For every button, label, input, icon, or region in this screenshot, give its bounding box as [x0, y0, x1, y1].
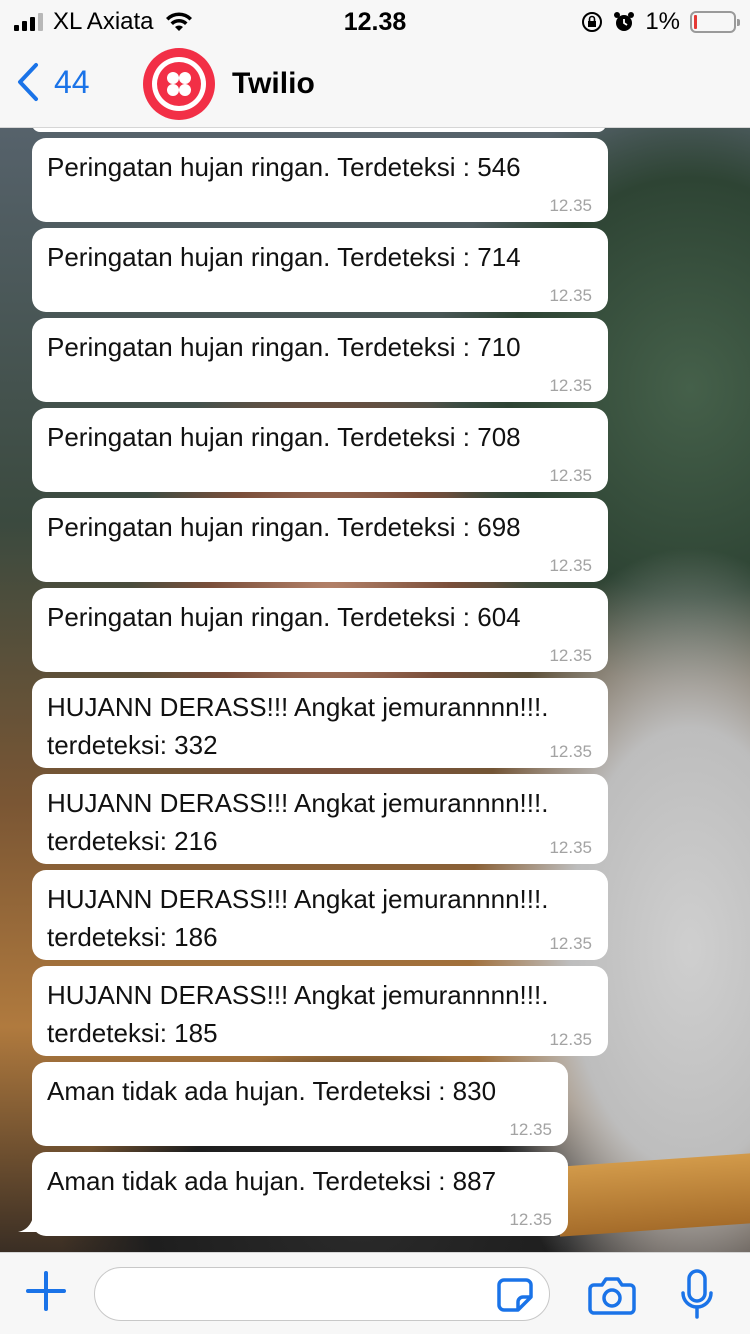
- message-bubble[interactable]: Peringatan hujan ringan. Terdeteksi : 60…: [32, 588, 608, 672]
- message-bubble-partial: [32, 128, 606, 132]
- message-text: HUJANN DERASS!!! Angkat jemurannnn!!!. t…: [47, 788, 549, 856]
- alarm-icon: [614, 12, 635, 31]
- message-time: 12.35: [549, 838, 592, 857]
- message-bubble[interactable]: HUJANN DERASS!!! Angkat jemurannnn!!!. t…: [32, 774, 608, 864]
- battery-icon: [690, 11, 740, 33]
- message-text: Peringatan hujan ringan. Terdeteksi : 71…: [47, 332, 521, 362]
- bubble-tail: [18, 1208, 42, 1232]
- message-text: Peringatan hujan ringan. Terdeteksi : 70…: [47, 422, 521, 452]
- message-text: HUJANN DERASS!!! Angkat jemurannnn!!!. t…: [47, 692, 549, 760]
- message-time: 12.35: [549, 1030, 592, 1049]
- message-time: 12.35: [549, 466, 592, 485]
- message-bubble[interactable]: Peringatan hujan ringan. Terdeteksi : 54…: [32, 138, 608, 222]
- orientation-lock-icon: [582, 12, 603, 32]
- message-time: 12.35: [549, 196, 592, 215]
- message-bubble[interactable]: HUJANN DERASS!!! Angkat jemurannnn!!!. t…: [32, 678, 608, 768]
- contact-avatar[interactable]: [143, 48, 215, 120]
- microphone-icon[interactable]: [680, 1269, 714, 1321]
- message-bubble[interactable]: Peringatan hujan ringan. Terdeteksi : 69…: [32, 498, 608, 582]
- battery-percent: 1%: [645, 8, 680, 35]
- message-text: Peringatan hujan ringan. Terdeteksi : 69…: [47, 512, 521, 542]
- message-text: HUJANN DERASS!!! Angkat jemurannnn!!!. t…: [47, 884, 549, 952]
- camera-icon[interactable]: [588, 1275, 636, 1315]
- status-bar: XL Axiata 12.38 1%: [0, 0, 750, 40]
- message-text: Aman tidak ada hujan. Terdeteksi : 887: [47, 1166, 497, 1196]
- message-list[interactable]: Peringatan hujan ringan. Terdeteksi : 54…: [0, 128, 750, 1252]
- sticker-icon[interactable]: [496, 1277, 534, 1313]
- back-button[interactable]: 44: [16, 62, 90, 102]
- message-bubble[interactable]: Peringatan hujan ringan. Terdeteksi : 71…: [32, 228, 608, 312]
- chevron-left-icon: [18, 63, 38, 101]
- composer-bar: [0, 1252, 750, 1334]
- message-time: 12.35: [549, 646, 592, 665]
- message-text: HUJANN DERASS!!! Angkat jemurannnn!!!. t…: [47, 980, 549, 1048]
- message-time: 12.35: [549, 934, 592, 953]
- message-bubble[interactable]: Peringatan hujan ringan. Terdeteksi : 70…: [32, 408, 608, 492]
- message-time: 12.35: [549, 376, 592, 395]
- message-text: Peringatan hujan ringan. Terdeteksi : 60…: [47, 602, 521, 632]
- message-time: 12.35: [549, 556, 592, 575]
- chat-header: 44 Twilio: [0, 40, 750, 128]
- message-bubble[interactable]: HUJANN DERASS!!! Angkat jemurannnn!!!. t…: [32, 966, 608, 1056]
- message-bubble[interactable]: HUJANN DERASS!!! Angkat jemurannnn!!!. t…: [32, 870, 608, 960]
- contact-name[interactable]: Twilio: [232, 67, 315, 101]
- message-text: Aman tidak ada hujan. Terdeteksi : 830: [47, 1076, 497, 1106]
- message-bubble[interactable]: Aman tidak ada hujan. Terdeteksi : 830 1…: [32, 1062, 568, 1146]
- message-time: 12.35: [549, 286, 592, 305]
- message-text: Peringatan hujan ringan. Terdeteksi : 54…: [47, 152, 521, 182]
- message-bubble[interactable]: Peringatan hujan ringan. Terdeteksi : 71…: [32, 318, 608, 402]
- unread-count: 44: [54, 63, 90, 100]
- message-input[interactable]: [94, 1267, 550, 1321]
- message-time: 12.35: [549, 742, 592, 761]
- status-right: 1%: [581, 8, 740, 36]
- message-bubble[interactable]: Aman tidak ada hujan. Terdeteksi : 887 1…: [32, 1152, 568, 1236]
- twilio-logo-icon: [152, 57, 206, 111]
- message-time: 12.35: [509, 1120, 552, 1139]
- plus-icon[interactable]: [24, 1269, 68, 1313]
- message-time: 12.35: [509, 1210, 552, 1229]
- message-text: Peringatan hujan ringan. Terdeteksi : 71…: [47, 242, 521, 272]
